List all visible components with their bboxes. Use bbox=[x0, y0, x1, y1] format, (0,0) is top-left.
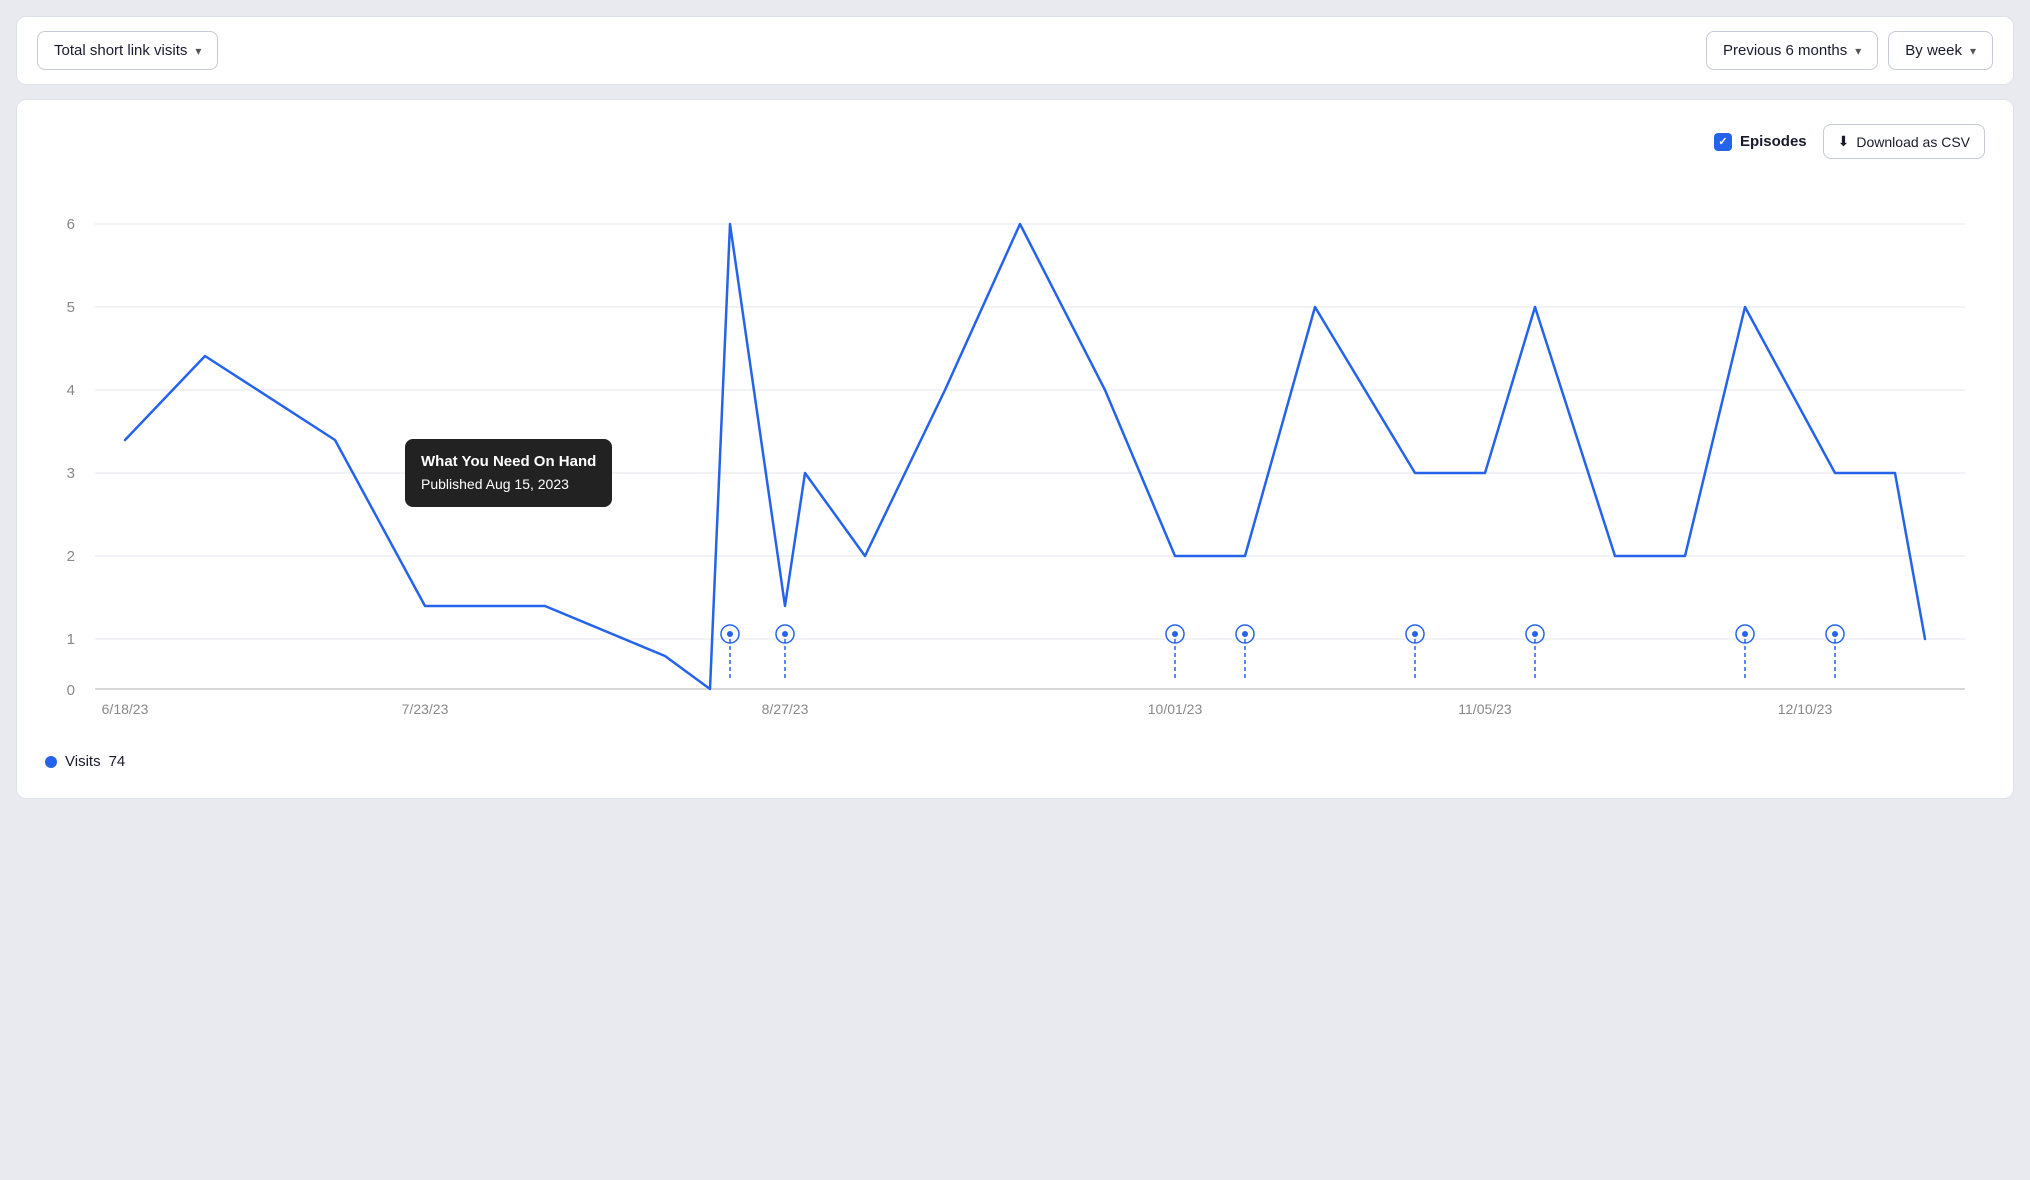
period-selector-label: Previous 6 months bbox=[1723, 42, 1847, 59]
chart-footer: Visits 74 bbox=[45, 753, 1985, 770]
svg-text:10/01/23: 10/01/23 bbox=[1148, 701, 1203, 717]
svg-text:5: 5 bbox=[67, 299, 75, 316]
svg-text:6: 6 bbox=[67, 216, 75, 233]
metric-chevron-icon: ▾ bbox=[195, 44, 201, 58]
svg-text:11/05/23: 11/05/23 bbox=[1458, 701, 1512, 717]
groupby-selector-label: By week bbox=[1905, 42, 1962, 59]
download-label: Download as CSV bbox=[1856, 134, 1970, 150]
chart-card: ✓ Episodes ⬇ Download as CSV 6 5 4 3 2 1… bbox=[16, 99, 2014, 799]
svg-text:2: 2 bbox=[67, 548, 75, 565]
episodes-legend: ✓ Episodes bbox=[1714, 133, 1807, 151]
svg-text:8/27/23: 8/27/23 bbox=[762, 701, 809, 717]
groupby-selector[interactable]: By week ▾ bbox=[1888, 31, 1993, 70]
visits-dot bbox=[45, 756, 57, 768]
metric-selector[interactable]: Total short link visits ▾ bbox=[37, 31, 218, 70]
groupby-chevron-icon: ▾ bbox=[1970, 44, 1976, 58]
chart-area: 6 5 4 3 2 1 0 bbox=[45, 179, 1985, 739]
line-chart: 6 5 4 3 2 1 0 bbox=[45, 179, 1985, 739]
visits-label: Visits bbox=[65, 753, 101, 770]
svg-text:6/18/23: 6/18/23 bbox=[102, 701, 149, 717]
period-chevron-icon: ▾ bbox=[1855, 44, 1861, 58]
svg-text:12/10/23: 12/10/23 bbox=[1778, 701, 1833, 717]
chart-header: ✓ Episodes ⬇ Download as CSV bbox=[45, 124, 1985, 159]
right-controls: Previous 6 months ▾ By week ▾ bbox=[1706, 31, 1993, 70]
top-bar: Total short link visits ▾ Previous 6 mon… bbox=[16, 16, 2014, 85]
svg-text:4: 4 bbox=[67, 382, 75, 399]
metric-selector-label: Total short link visits bbox=[54, 42, 187, 59]
svg-text:7/23/23: 7/23/23 bbox=[402, 701, 449, 717]
svg-text:0: 0 bbox=[67, 682, 75, 699]
visits-value: 74 bbox=[109, 753, 126, 770]
period-selector[interactable]: Previous 6 months ▾ bbox=[1706, 31, 1878, 70]
svg-text:1: 1 bbox=[67, 631, 75, 648]
episodes-checkbox[interactable]: ✓ bbox=[1714, 133, 1732, 151]
download-icon: ⬇ bbox=[1838, 133, 1850, 150]
episodes-label: Episodes bbox=[1740, 133, 1807, 150]
check-icon: ✓ bbox=[1718, 135, 1727, 148]
svg-text:3: 3 bbox=[67, 465, 75, 482]
download-csv-button[interactable]: ⬇ Download as CSV bbox=[1823, 124, 1985, 159]
